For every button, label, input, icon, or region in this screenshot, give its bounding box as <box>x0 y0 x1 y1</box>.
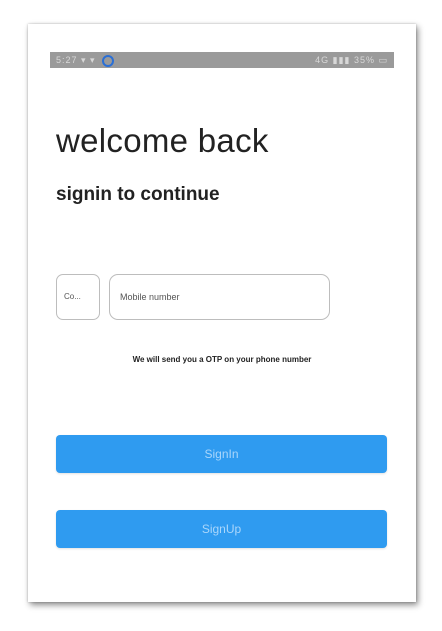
mobile-number-input[interactable]: Mobile number <box>109 274 330 320</box>
page-subtitle: signin to continue <box>56 184 220 205</box>
status-bar-time: 5:27 ▾ ▾ <box>56 55 96 65</box>
signin-button-label: SignIn <box>204 447 239 461</box>
screenshot-stage: 5:27 ▾ ▾ 4G ▮▮▮ 35% ▭ welcome back signi… <box>0 0 442 631</box>
country-code-input[interactable]: Co... <box>56 274 100 320</box>
signup-button-label: SignUp <box>201 522 242 536</box>
phone-screen: 5:27 ▾ ▾ 4G ▮▮▮ 35% ▭ welcome back signi… <box>28 24 416 602</box>
mobile-number-placeholder: Mobile number <box>120 292 180 302</box>
notification-icon <box>102 54 115 67</box>
status-bar: 5:27 ▾ ▾ 4G ▮▮▮ 35% ▭ <box>50 52 394 68</box>
otp-info-text: We will send you a OTP on your phone num… <box>132 355 312 364</box>
signup-button[interactable]: SignUp <box>56 510 387 548</box>
page-title: welcome back <box>56 122 269 159</box>
country-code-placeholder: Co... <box>64 292 81 301</box>
status-bar-indicators: 4G ▮▮▮ 35% ▭ <box>315 55 388 65</box>
signin-button[interactable]: SignIn <box>56 435 387 473</box>
status-bar-left: 5:27 ▾ ▾ <box>56 52 117 68</box>
